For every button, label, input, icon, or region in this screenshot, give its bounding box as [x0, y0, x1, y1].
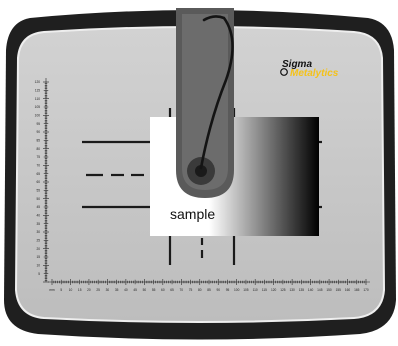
y-tick-label: 75 — [36, 155, 40, 159]
instrument-illustration: mm 5 10 15 20 25 30 35 40 45 50 55 60 65 70 75 80 85 90 95 1… — [0, 0, 398, 341]
y-tick-label: 60 — [36, 180, 40, 184]
x-tick-label: 45 — [133, 288, 137, 292]
x-tick-label: 105 — [243, 288, 249, 292]
x-tick-label: 100 — [234, 288, 240, 292]
y-tick-label: 90 — [36, 130, 40, 134]
y-tick-label: 95 — [36, 122, 40, 126]
x-tick-label: 150 — [326, 288, 332, 292]
sample-label: sample — [170, 206, 215, 222]
x-tick-label: 5 — [60, 288, 62, 292]
x-tick-label: 60 — [161, 288, 165, 292]
x-tick-label: 120 — [271, 288, 277, 292]
x-tick-label: 160 — [345, 288, 351, 292]
x-tick-label: 20 — [87, 288, 91, 292]
y-tick-label: 45 — [36, 205, 40, 209]
y-tick-label: 10 — [36, 264, 40, 268]
y-tick-label: 40 — [36, 214, 40, 218]
x-tick-label: 55 — [152, 288, 156, 292]
x-tick-label: mm — [49, 288, 55, 292]
x-tick-label: 30 — [106, 288, 110, 292]
y-tick-label: 55 — [36, 189, 40, 193]
x-tick-label: 75 — [189, 288, 193, 292]
x-axis-tick-labels: mm 5 10 15 20 25 30 35 40 45 50 55 60 65 70 75 80 85 90 95 1… — [49, 288, 369, 292]
y-tick-label: 50 — [36, 197, 40, 201]
y-tick-label: 80 — [36, 147, 40, 151]
x-tick-label: 170 — [363, 288, 369, 292]
y-tick-label: 30 — [36, 230, 40, 234]
x-tick-label: 40 — [124, 288, 128, 292]
x-tick-label: 140 — [308, 288, 314, 292]
x-tick-label: 145 — [317, 288, 323, 292]
x-tick-label: 85 — [207, 288, 211, 292]
x-tick-label: 125 — [280, 288, 286, 292]
y-tick-label: 105 — [35, 105, 41, 109]
x-tick-label: 35 — [115, 288, 119, 292]
y-tick-label: 110 — [35, 97, 40, 101]
x-tick-label: 90 — [216, 288, 220, 292]
y-tick-label: 65 — [36, 172, 40, 176]
x-tick-label: 95 — [226, 288, 230, 292]
x-tick-label: 130 — [289, 288, 295, 292]
x-tick-label: 65 — [170, 288, 174, 292]
x-tick-label: 50 — [143, 288, 147, 292]
y-tick-label: 5 — [38, 272, 40, 276]
y-tick-label: 85 — [36, 139, 40, 143]
x-tick-label: 115 — [262, 288, 267, 292]
y-tick-label: 15 — [36, 255, 40, 259]
y-tick-label: 100 — [35, 114, 41, 118]
y-tick-label: 120 — [35, 80, 41, 84]
y-tick-label: 25 — [36, 239, 40, 243]
probe-arm — [176, 8, 234, 198]
y-tick-label: 35 — [36, 222, 40, 226]
illustration-canvas: mm 5 10 15 20 25 30 35 40 45 50 55 60 65 70 75 80 85 90 95 1… — [4, 8, 396, 340]
x-tick-label: 10 — [69, 288, 73, 292]
x-tick-label: 70 — [180, 288, 184, 292]
y-tick-label: 20 — [36, 247, 40, 251]
x-tick-label: 135 — [299, 288, 305, 292]
y-tick-label: 70 — [36, 164, 40, 168]
y-tick-label: 115 — [35, 89, 40, 93]
x-tick-label: 110 — [253, 288, 258, 292]
x-tick-label: 155 — [336, 288, 342, 292]
x-tick-label: 80 — [198, 288, 202, 292]
x-tick-label: 165 — [354, 288, 360, 292]
x-tick-label: 15 — [78, 288, 82, 292]
logo-word-metalytics: Metalytics — [290, 68, 339, 79]
x-tick-label: 25 — [96, 288, 100, 292]
